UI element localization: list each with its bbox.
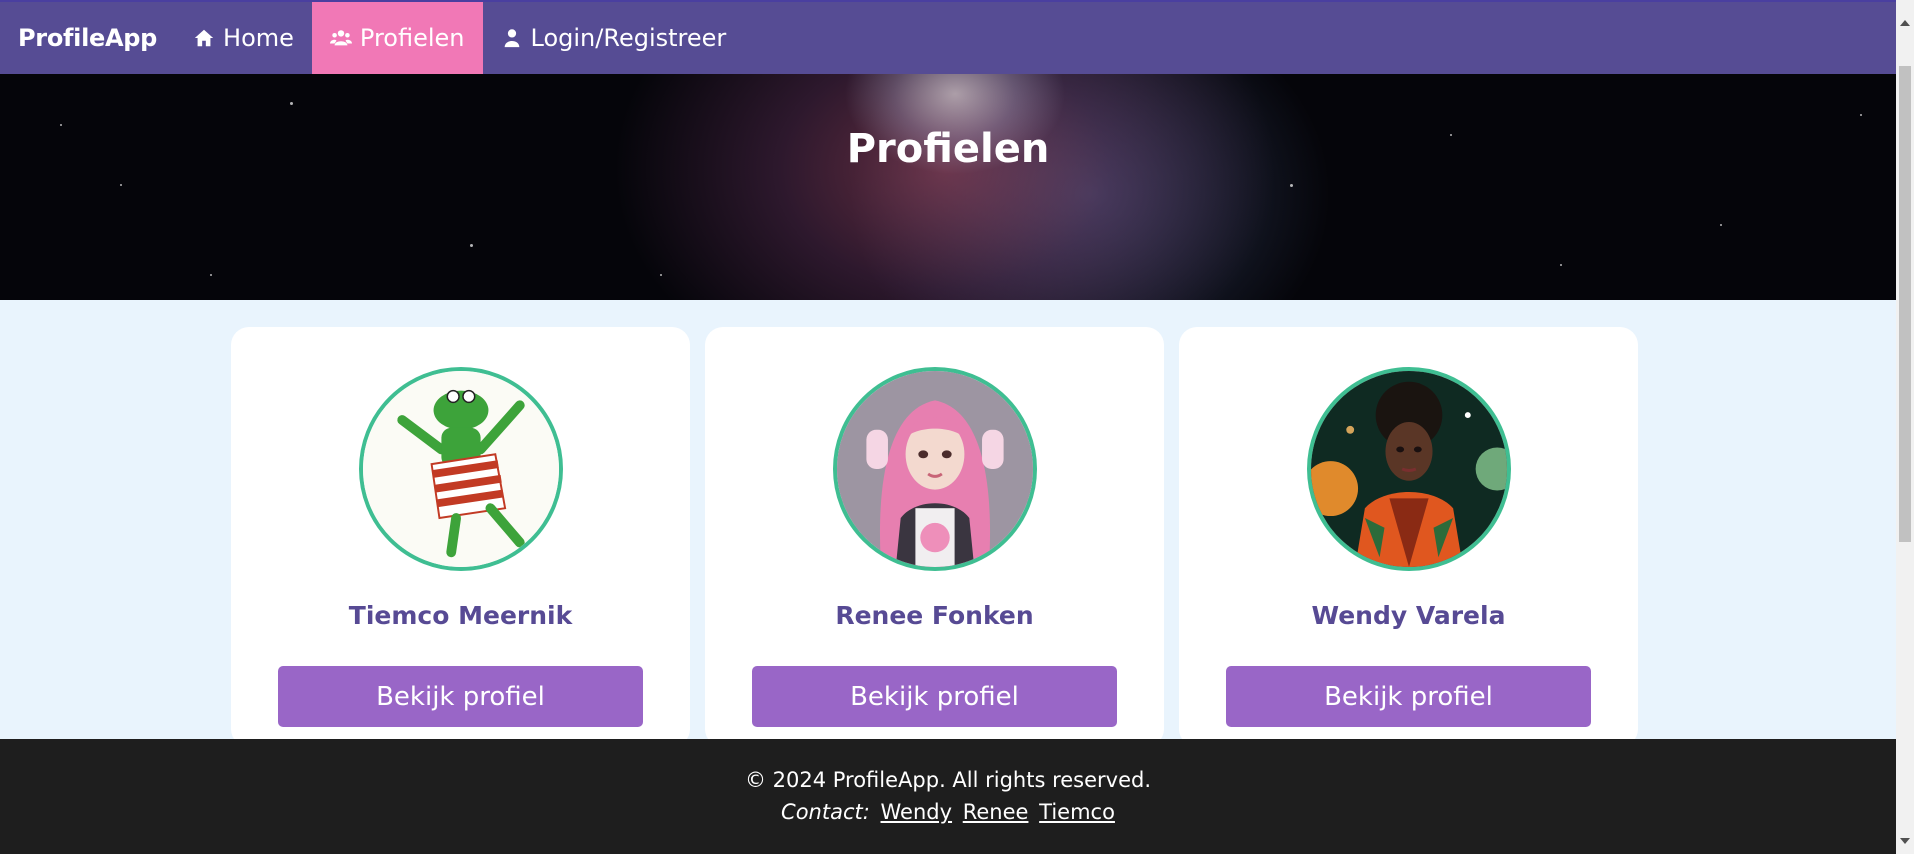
brand-logo[interactable]: ProfileApp <box>0 2 175 74</box>
view-profile-button[interactable]: Bekijk profiel <box>1226 666 1591 727</box>
contact-link-wendy[interactable]: Wendy <box>881 800 953 824</box>
users-icon <box>329 30 352 46</box>
page: ProfileApp Home Profielen Login/Registre… <box>0 0 1914 854</box>
nav-item-login[interactable]: Login/Registreer <box>483 2 745 74</box>
pink-hair-girl-avatar <box>836 371 1033 567</box>
footer: © 2024 ProfileApp. All rights reserved. … <box>0 739 1896 854</box>
profile-cards: Tiemco Meernik Bekijk profiel Renee Fonk… <box>231 327 1638 747</box>
vertical-scrollbar[interactable] <box>1896 0 1914 854</box>
navbar: ProfileApp Home Profielen Login/Registre… <box>0 0 1896 74</box>
scroll-thumb[interactable] <box>1899 66 1911 542</box>
avatar <box>832 367 1037 571</box>
view-profile-button[interactable]: Bekijk profiel <box>752 666 1117 727</box>
avatar <box>1306 367 1511 571</box>
profile-card: Tiemco Meernik Bekijk profiel <box>231 327 690 747</box>
hero-banner: Profielen <box>0 74 1896 300</box>
profile-card: Wendy Varela Bekijk profiel <box>1179 327 1638 747</box>
nav-item-label: Login/Registreer <box>530 24 727 52</box>
avatar <box>358 367 563 571</box>
profile-name: Wendy Varela <box>1311 601 1506 630</box>
footer-copyright: © 2024 ProfileApp. All rights reserved. <box>744 768 1152 792</box>
user-icon <box>504 29 519 48</box>
contact-link-renee[interactable]: Renee <box>963 800 1029 824</box>
nav-item-label: Home <box>223 24 294 52</box>
space-woman-avatar <box>1310 371 1507 567</box>
scroll-down-arrow-icon[interactable] <box>1900 838 1910 844</box>
view-profile-button[interactable]: Bekijk profiel <box>278 666 643 727</box>
page-title: Profielen <box>846 126 1050 172</box>
nav-item-profielen[interactable]: Profielen <box>311 2 483 74</box>
scroll-up-arrow-icon[interactable] <box>1900 20 1910 26</box>
contact-link-tiemco[interactable]: Tiemco <box>1039 800 1115 824</box>
profile-card: Renee Fonken Bekijk profiel <box>705 327 1164 747</box>
footer-contact: Contact: Wendy Renee Tiemco <box>0 800 1896 824</box>
nav-item-home[interactable]: Home <box>175 2 312 74</box>
contact-label: Contact: <box>781 800 870 824</box>
profile-name: Renee Fonken <box>835 601 1034 630</box>
home-icon <box>194 29 214 47</box>
frog-avatar <box>362 371 559 567</box>
profile-name: Tiemco Meernik <box>348 601 573 630</box>
nav-item-label: Profielen <box>359 24 465 52</box>
